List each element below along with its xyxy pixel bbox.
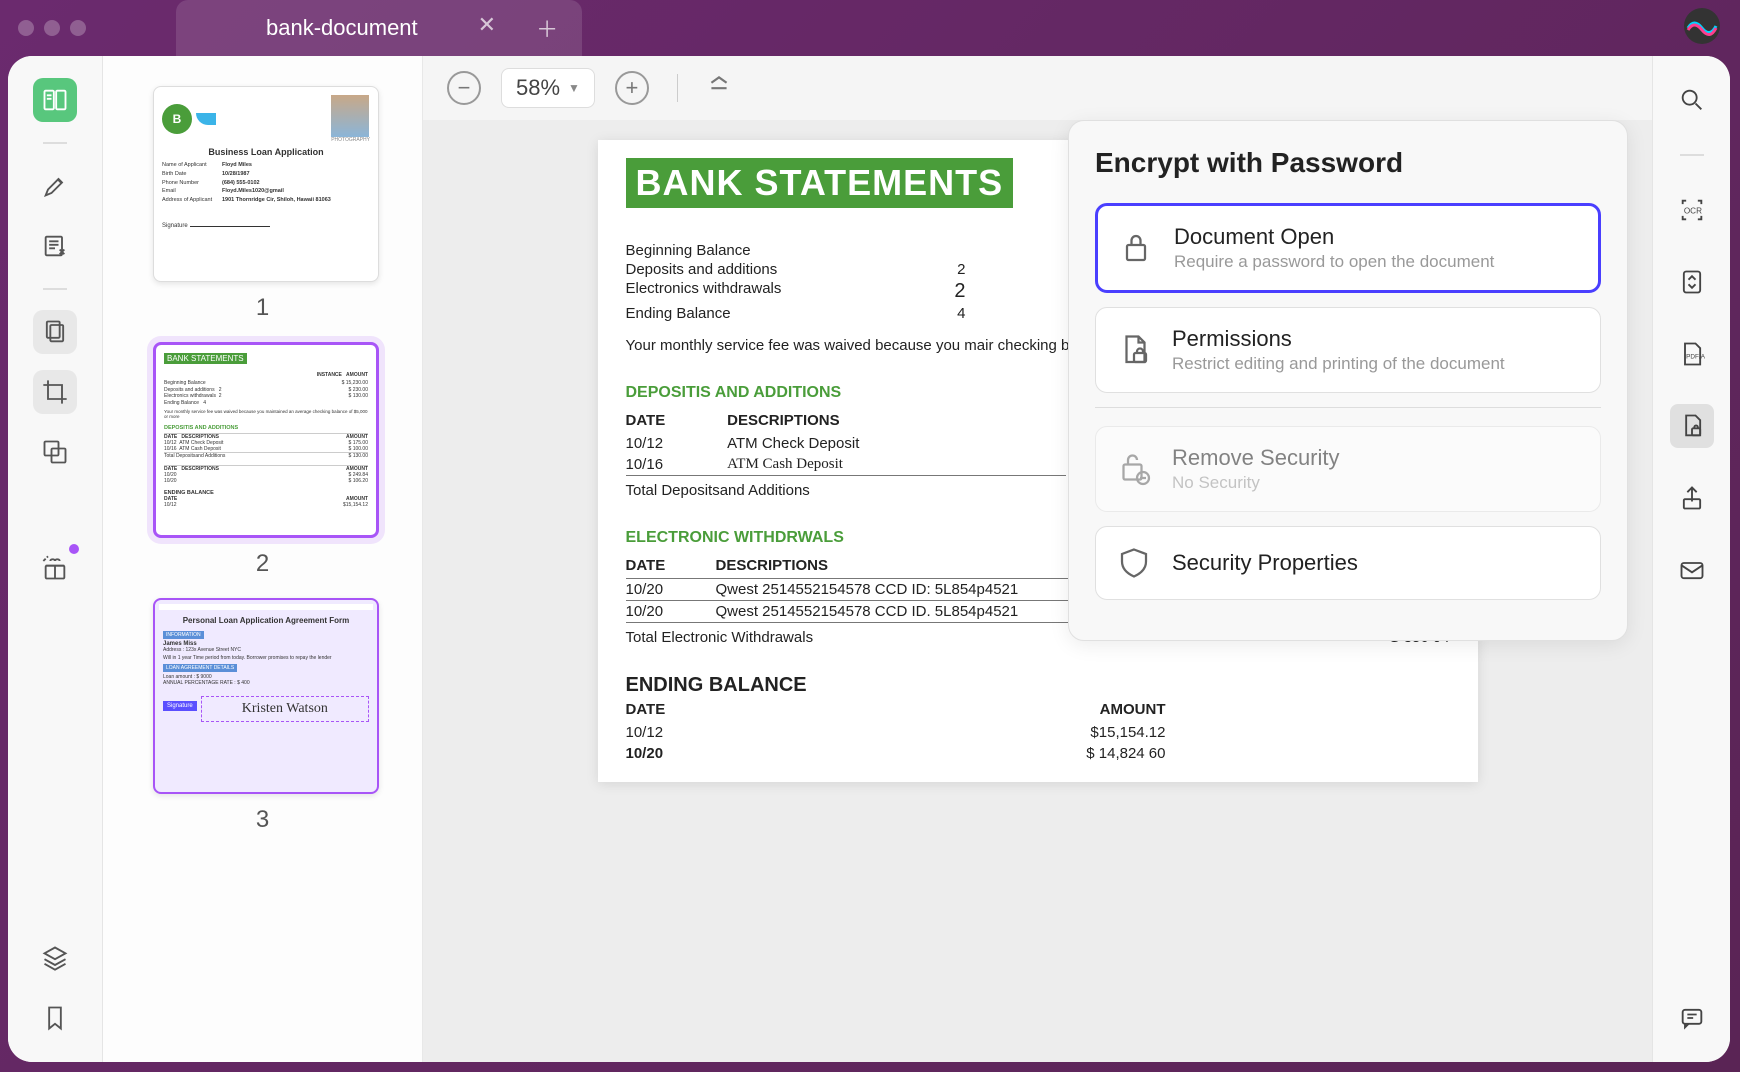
thumbnail-1[interactable]: BPHOTOGRAPHY Business Loan Application N… [153, 86, 372, 322]
compare-tool[interactable] [33, 430, 77, 474]
svg-text:PDF/A: PDF/A [1686, 354, 1706, 361]
app-logo [1684, 8, 1720, 44]
document-tab[interactable]: bank-document ✕ ＋ [176, 0, 582, 56]
gift-tool[interactable] [33, 546, 77, 590]
edit-text-tool[interactable] [33, 224, 77, 268]
encrypt-panel: Encrypt with Password Document OpenRequi… [1068, 120, 1628, 641]
page-lock-icon [1116, 332, 1152, 368]
bookmark-tool[interactable] [33, 996, 77, 1040]
zoom-in-button[interactable]: + [615, 71, 649, 105]
window-controls [12, 20, 86, 36]
unlock-remove-icon [1116, 451, 1152, 487]
zoom-select[interactable]: 58%▼ [501, 68, 595, 108]
doc-header: BANK STATEMENTS [626, 158, 1014, 208]
minimize-window[interactable] [44, 20, 60, 36]
thumbnail-2[interactable]: BANK STATEMENTS INSTANCE AMOUNT Beginnin… [153, 342, 372, 578]
share-tool[interactable] [1670, 476, 1714, 520]
svg-text:OCR: OCR [1683, 207, 1701, 216]
pages-tool[interactable] [33, 310, 77, 354]
maximize-window[interactable] [70, 20, 86, 36]
document-open-option[interactable]: Document OpenRequire a password to open … [1095, 203, 1601, 293]
pdfa-tool[interactable]: PDF/A [1670, 332, 1714, 376]
search-icon[interactable] [1670, 78, 1714, 122]
right-toolbar: OCR PDF/A [1652, 56, 1730, 1062]
zoom-out-button[interactable]: − [447, 71, 481, 105]
convert-tool[interactable] [1670, 260, 1714, 304]
view-toolbar: − 58%▼ + [423, 56, 1652, 120]
remove-security-option: Remove SecurityNo Security [1095, 426, 1601, 512]
titlebar: bank-document ✕ ＋ [0, 0, 1740, 56]
lock-icon [1118, 230, 1154, 266]
crop-tool[interactable] [33, 370, 77, 414]
workspace: BPHOTOGRAPHY Business Loan Application N… [8, 56, 1730, 1062]
collapse-icon[interactable] [706, 73, 732, 104]
highlight-tool[interactable] [33, 164, 77, 208]
mail-tool[interactable] [1670, 548, 1714, 592]
thumbnail-3[interactable]: Personal Loan Application Agreement Form… [153, 598, 372, 834]
left-toolbar [8, 56, 103, 1062]
tab-title: bank-document [266, 15, 418, 41]
thumb-number: 3 [153, 806, 372, 834]
thumbnails-tool[interactable] [33, 78, 77, 122]
security-tool[interactable] [1670, 404, 1714, 448]
close-window[interactable] [18, 20, 34, 36]
ending-table: DATEAMOUNT 10/12$15,154.12 10/20$ 14,824… [626, 697, 1166, 764]
security-properties-option[interactable]: Security Properties [1095, 526, 1601, 600]
ocr-tool[interactable]: OCR [1670, 188, 1714, 232]
close-tab-icon[interactable]: ✕ [478, 12, 496, 44]
thumb-number: 2 [153, 550, 372, 578]
deposits-table: DATEDESCRIPTIONS 10/12ATM Check Deposit … [626, 408, 1066, 501]
panel-title: Encrypt with Password [1095, 147, 1601, 179]
permissions-option[interactable]: PermissionsRestrict editing and printing… [1095, 307, 1601, 393]
new-tab-icon[interactable]: ＋ [536, 12, 558, 44]
shield-icon [1116, 545, 1152, 581]
comment-tool[interactable] [1670, 996, 1714, 1040]
thumbnail-panel: BPHOTOGRAPHY Business Loan Application N… [103, 56, 423, 1062]
layers-tool[interactable] [33, 936, 77, 980]
thumb-number: 1 [153, 294, 372, 322]
